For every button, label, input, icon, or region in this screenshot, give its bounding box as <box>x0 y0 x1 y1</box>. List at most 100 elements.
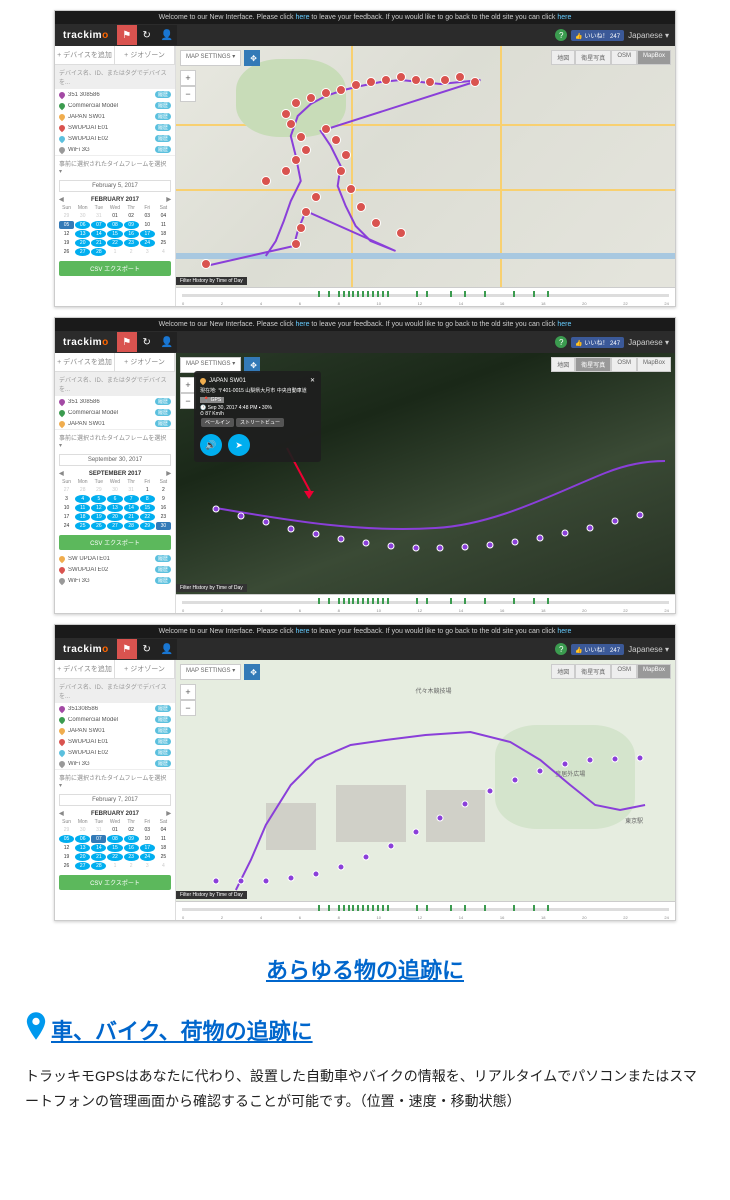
map-tool-button[interactable]: ✥ <box>244 664 260 680</box>
device-row[interactable]: JAPAN SW01履歴 <box>55 418 175 429</box>
cal-day[interactable]: 04 <box>156 212 171 220</box>
feedback-link[interactable]: here <box>295 321 309 328</box>
facebook-like-button[interactable]: 👍 いいね！ 247 <box>571 337 624 348</box>
cal-day[interactable]: 01 <box>107 212 122 220</box>
track-marker[interactable] <box>356 202 366 212</box>
map-layer-option[interactable]: 衛星写真 <box>575 664 611 679</box>
track-marker[interactable] <box>291 155 301 165</box>
track-marker[interactable] <box>336 85 346 95</box>
language-selector[interactable]: Japanese ▾ <box>628 338 669 347</box>
language-selector[interactable]: Japanese ▾ <box>628 645 669 654</box>
cal-next-icon[interactable]: ▶ <box>166 470 171 477</box>
map-settings-button[interactable]: MAP SETTINGS ▾ <box>180 664 241 680</box>
brand-logo[interactable]: trackimo <box>55 30 117 41</box>
device-row[interactable]: SWUPDATE02履歴 <box>55 747 175 758</box>
cal-prev-icon[interactable]: ◀ <box>59 810 64 817</box>
track-marker[interactable] <box>562 530 569 537</box>
cal-day[interactable]: 16 <box>124 844 139 852</box>
track-marker[interactable] <box>412 829 419 836</box>
device-row[interactable]: 351 308586履歴 <box>55 89 175 100</box>
date-input[interactable]: February 5, 2017 <box>59 180 171 192</box>
track-marker[interactable] <box>381 75 391 85</box>
device-row[interactable]: SW UPDATE01履歴 <box>55 553 175 564</box>
popup-streetview-button[interactable]: ストリートビュー <box>236 418 284 427</box>
device-row[interactable]: Commercial Model履歴 <box>55 100 175 111</box>
user-icon[interactable]: 👤 <box>157 25 177 45</box>
history-badge[interactable]: 履歴 <box>155 91 171 98</box>
history-badge[interactable]: 履歴 <box>155 135 171 142</box>
map-layer-option[interactable]: MapBox <box>637 50 671 65</box>
cal-day[interactable]: 17 <box>59 513 74 521</box>
cal-day[interactable]: 07 <box>91 221 106 229</box>
device-search-input[interactable]: デバイス名、ID、またはタグでデバイスを... <box>55 679 175 703</box>
facebook-like-button[interactable]: 👍 いいね！ 247 <box>571 644 624 655</box>
cal-day[interactable]: 6 <box>107 495 122 503</box>
feedback-link[interactable]: here <box>295 628 309 635</box>
device-row[interactable]: SWUPDATE02履歴 <box>55 564 175 575</box>
cal-day[interactable]: 19 <box>91 513 106 521</box>
track-marker[interactable] <box>336 166 346 176</box>
track-marker[interactable] <box>201 259 211 269</box>
device-row[interactable]: WiFi 3G履歴 <box>55 758 175 769</box>
map-canvas[interactable]: 代々木競技場皇居外広場東京駅MAP SETTINGS ▾✥地図衛星写真OSMMa… <box>176 660 675 920</box>
tab-geozones[interactable]: + ジオゾーン <box>115 46 175 64</box>
map-layer-option[interactable]: 地図 <box>551 357 575 372</box>
cal-day[interactable]: 3 <box>140 248 155 256</box>
popup-sound-icon[interactable]: 🔊 <box>200 434 222 456</box>
track-marker[interactable] <box>291 98 301 108</box>
cal-day[interactable]: 3 <box>140 862 155 870</box>
cal-day[interactable]: 30 <box>75 212 90 220</box>
track-marker[interactable] <box>462 544 469 551</box>
track-marker[interactable] <box>437 544 444 551</box>
cal-day[interactable]: 19 <box>59 853 74 861</box>
track-marker[interactable] <box>512 539 519 546</box>
map-layer-option[interactable]: 衛星写真 <box>575 357 611 372</box>
track-marker[interactable] <box>311 192 321 202</box>
cal-day[interactable]: 27 <box>59 486 74 494</box>
cal-day[interactable]: 22 <box>140 513 155 521</box>
date-input[interactable]: September 30, 2017 <box>59 454 171 466</box>
cal-day[interactable]: 14 <box>91 230 106 238</box>
cal-day[interactable]: 30 <box>156 522 171 530</box>
cal-day[interactable]: 29 <box>59 212 74 220</box>
track-marker[interactable] <box>331 135 341 145</box>
map-settings-button[interactable]: MAP SETTINGS ▾ <box>180 50 241 66</box>
history-badge[interactable]: 履歴 <box>155 420 171 427</box>
cal-day[interactable]: 11 <box>156 835 171 843</box>
cal-day[interactable]: 20 <box>75 853 90 861</box>
history-badge[interactable]: 履歴 <box>155 577 171 584</box>
cal-next-icon[interactable]: ▶ <box>166 810 171 817</box>
track-marker[interactable] <box>412 544 419 551</box>
device-row[interactable]: Commercial Model履歴 <box>55 407 175 418</box>
oldsite-link[interactable]: here <box>557 628 571 635</box>
cal-day[interactable]: 3 <box>59 495 74 503</box>
track-marker[interactable] <box>306 93 316 103</box>
cal-day[interactable]: 23 <box>124 239 139 247</box>
facebook-like-button[interactable]: 👍 いいね！ 247 <box>571 30 624 41</box>
refresh-icon[interactable]: ↻ <box>137 25 157 45</box>
cal-day[interactable]: 12 <box>59 844 74 852</box>
cal-day[interactable]: 12 <box>91 504 106 512</box>
track-marker[interactable] <box>287 875 294 882</box>
csv-export-button[interactable]: CSV エクスポート <box>59 875 171 890</box>
track-marker[interactable] <box>387 842 394 849</box>
track-marker[interactable] <box>371 218 381 228</box>
cal-day[interactable]: 02 <box>124 212 139 220</box>
cal-day[interactable]: 21 <box>91 239 106 247</box>
cal-day[interactable]: 28 <box>91 862 106 870</box>
zoom-in-button[interactable]: + <box>180 70 196 86</box>
feedback-link[interactable]: here <box>295 14 309 21</box>
cal-day[interactable]: 30 <box>75 826 90 834</box>
cal-day[interactable]: 25 <box>156 239 171 247</box>
cal-day[interactable]: 05 <box>59 835 74 843</box>
map-layer-option[interactable]: OSM <box>611 357 637 372</box>
map-layer-option[interactable]: 地図 <box>551 50 575 65</box>
cal-day[interactable]: 11 <box>75 504 90 512</box>
cal-day[interactable]: 22 <box>107 853 122 861</box>
history-badge[interactable]: 履歴 <box>155 102 171 109</box>
cal-day[interactable]: 1 <box>107 248 122 256</box>
cal-day[interactable]: 2 <box>124 248 139 256</box>
track-marker[interactable] <box>462 801 469 808</box>
cal-day[interactable]: 4 <box>75 495 90 503</box>
map-layer-option[interactable]: OSM <box>611 50 637 65</box>
